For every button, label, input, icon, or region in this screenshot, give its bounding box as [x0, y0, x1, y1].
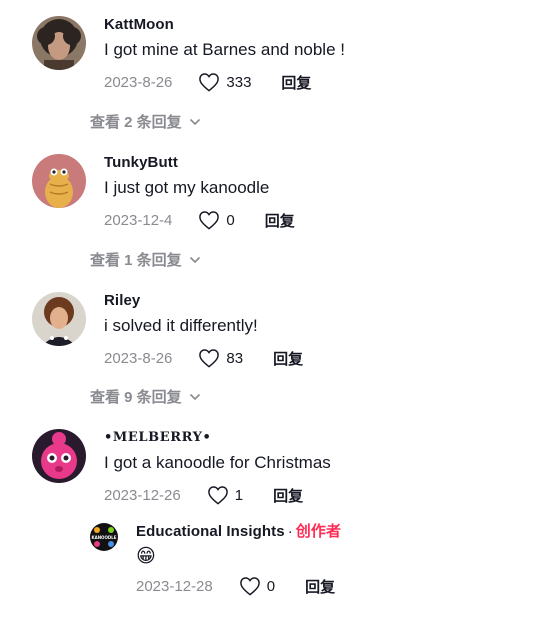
- heart-icon: [207, 486, 228, 505]
- avatar[interactable]: [32, 292, 86, 346]
- like-button[interactable]: 333: [198, 72, 251, 92]
- comment-text: I just got my kanoodle: [104, 178, 270, 197]
- reply-text: 😁: [136, 546, 156, 567]
- reply-button[interactable]: 回复: [273, 485, 303, 506]
- like-button[interactable]: 0: [239, 576, 275, 596]
- like-count: 1: [234, 486, 244, 504]
- reply-date: 2023-12-28: [136, 577, 213, 595]
- view-replies-button[interactable]: 查看 1 条回复: [90, 249, 201, 270]
- view-replies-button[interactable]: 查看 9 条回复: [90, 386, 201, 407]
- avatar[interactable]: [32, 154, 86, 208]
- view-replies-label: 查看 9 条回复: [90, 389, 182, 406]
- heart-icon: [199, 211, 220, 230]
- reply-username-line: Educational Insights · 创作者: [136, 523, 536, 541]
- like-button[interactable]: 83: [198, 348, 243, 368]
- heart-icon: [239, 577, 260, 596]
- avatar[interactable]: [32, 429, 86, 483]
- comment-text: I got a kanoodle for Christmas: [104, 453, 331, 472]
- avatar-logo-text: KANOODLE: [92, 535, 117, 540]
- chevron-down-icon: [189, 256, 200, 263]
- chevron-down-icon: [189, 118, 200, 125]
- comment-date: 2023-8-26: [104, 349, 173, 367]
- separator-dot: ·: [287, 523, 293, 540]
- avatar[interactable]: KANOODLE: [90, 523, 118, 551]
- reply-button[interactable]: 回复: [265, 210, 295, 231]
- comment-username[interactable]: Riley: [104, 292, 536, 310]
- chevron-down-icon: [189, 393, 200, 400]
- heart-icon: [199, 349, 220, 368]
- like-count: 0: [226, 211, 235, 229]
- comment-date: 2023-12-26: [104, 486, 181, 504]
- reply-button[interactable]: 回复: [281, 72, 311, 93]
- comment-text: i solved it differently!: [104, 316, 258, 335]
- avatar[interactable]: [32, 16, 86, 70]
- view-replies-label: 查看 1 条回复: [90, 252, 182, 269]
- comment-text: I got mine at Barnes and noble !: [104, 40, 345, 59]
- like-count: 333: [226, 73, 252, 91]
- reply-username[interactable]: Educational Insights: [136, 523, 285, 540]
- view-replies-button[interactable]: 查看 2 条回复: [90, 111, 201, 132]
- like-button[interactable]: 0: [198, 210, 235, 230]
- comment-date: 2023-8-26: [104, 73, 173, 91]
- like-count: 0: [266, 577, 276, 595]
- comment-date: 2023-12-4: [104, 211, 173, 229]
- reply-button[interactable]: 回复: [305, 576, 335, 597]
- like-count: 83: [226, 349, 244, 367]
- comment-username[interactable]: •MELBERRY•: [104, 429, 536, 447]
- creator-badge: 创作者: [295, 523, 342, 540]
- reply-button[interactable]: 回复: [273, 348, 303, 369]
- view-replies-label: 查看 2 条回复: [90, 114, 182, 131]
- comment-username[interactable]: KattMoon: [104, 16, 536, 34]
- comment-username[interactable]: TunkyButt: [104, 154, 536, 172]
- like-button[interactable]: 1: [207, 485, 243, 505]
- heart-icon: [199, 73, 220, 92]
